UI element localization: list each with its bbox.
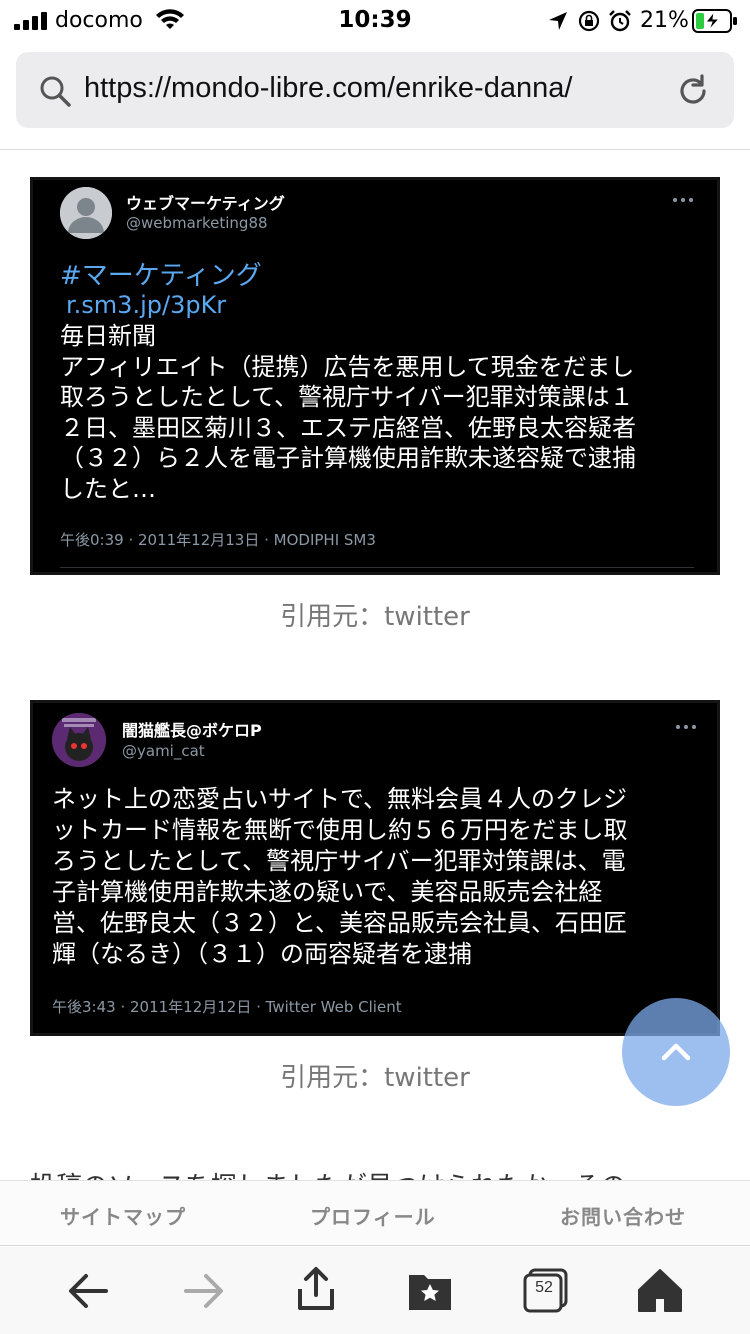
tweet-line: ネット上の恋愛占いサイトで、無料会員４人のクレジ bbox=[52, 785, 628, 813]
tabs-count: 52 bbox=[535, 1279, 553, 1296]
forward-arrow-icon[interactable] bbox=[180, 1267, 228, 1315]
tweet-text: ネット上の恋愛占いサイトで、無料会員４人のクレジ ットカード情報を無断で使用し約… bbox=[52, 784, 628, 970]
status-bar: docomo 10:39 21% bbox=[0, 0, 750, 42]
user-handle: @webmarketing88 bbox=[126, 214, 268, 232]
tweet-line: ろうとしたとして、警視庁サイバー犯罪対策課は、電 bbox=[52, 847, 626, 875]
bookmarks-icon[interactable] bbox=[406, 1267, 454, 1315]
address-bar[interactable]: https://mondo-libre.com/enrike-danna/ bbox=[16, 52, 734, 128]
tweet-line: （３２）ら２人を電子計算機使用詐欺未遂容疑で逮捕 bbox=[60, 444, 636, 472]
tweet-line: アフィリエイト（提携）広告を悪用して現金をだまし bbox=[60, 352, 635, 381]
tweet-meta: 午後0:39 · 2011年12月13日 · MODIPHI SM3 bbox=[60, 531, 376, 549]
search-icon bbox=[40, 76, 71, 107]
tweet-meta: 午後3:43 · 2011年12月12日 · Twitter Web Clien… bbox=[52, 998, 402, 1016]
tweet-line: ２日、墨田区菊川３、エステ店経営、佐野良太容疑者 bbox=[60, 413, 636, 442]
browser-toolbar: 52 bbox=[0, 1247, 750, 1334]
location-arrow-icon bbox=[549, 12, 567, 30]
alarm-icon bbox=[609, 10, 631, 32]
short-link: r.sm3.jp/3pKr bbox=[66, 291, 227, 319]
tweet-line: 輝（なるき）（３１）の両容疑者を逮捕 bbox=[52, 940, 472, 968]
reload-icon[interactable] bbox=[676, 74, 710, 108]
tweet-screenshot: ウェブマーケティング @webmarketing88 #マーケティング r.sm… bbox=[30, 177, 720, 575]
divider bbox=[0, 149, 750, 150]
tweet-line: したと… bbox=[60, 474, 156, 503]
tabs-button[interactable]: 52 bbox=[522, 1267, 570, 1315]
tweet-screenshot: 闇猫艦長@ボケロP @yami_cat ネット上の恋愛占いサイトで、無料会員４人… bbox=[30, 700, 720, 1036]
tweet-text: 毎日新聞 アフィリエイト（提携）広告を悪用して現金をだまし 取ろうとしたとして、… bbox=[60, 321, 636, 504]
quote-source-caption: 引用元：twitter bbox=[280, 602, 470, 632]
share-icon[interactable] bbox=[292, 1265, 340, 1313]
tweet-line: 取ろうとしたとして、警視庁サイバー犯罪対策課は１ bbox=[60, 383, 634, 411]
battery-percent: 21% bbox=[640, 8, 689, 33]
back-arrow-icon[interactable] bbox=[64, 1267, 112, 1315]
user-handle: @yami_cat bbox=[122, 742, 205, 760]
divider bbox=[60, 567, 694, 568]
battery-charging-icon bbox=[692, 9, 737, 33]
display-name: 闇猫艦長@ボケロP bbox=[122, 721, 262, 740]
cat-avatar-icon bbox=[52, 713, 106, 767]
tweet-line: 子計算機使用詐欺未遂の疑いで、美容品販売会社経 bbox=[52, 878, 603, 906]
display-name: ウェブマーケティング bbox=[126, 194, 285, 213]
avatar bbox=[60, 187, 112, 239]
home-icon[interactable] bbox=[636, 1267, 684, 1315]
avatar bbox=[52, 713, 106, 767]
clock: 10:39 bbox=[338, 7, 412, 33]
more-icon bbox=[673, 198, 693, 202]
footer-nav: サイトマップ プロフィール お問い合わせ bbox=[0, 1180, 750, 1246]
url-text[interactable]: https://mondo-libre.com/enrike-danna/ bbox=[84, 72, 572, 105]
tweet-line: 営、佐野良太（３２）と、美容品販売会社員、石田匠 bbox=[52, 909, 628, 937]
chevron-up-icon bbox=[661, 1043, 691, 1061]
hashtag: #マーケティング bbox=[60, 261, 262, 291]
default-avatar-icon bbox=[60, 187, 112, 239]
rotation-lock-icon bbox=[578, 10, 600, 32]
more-icon bbox=[676, 725, 696, 729]
back-to-top-button[interactable] bbox=[622, 998, 730, 1106]
tweet-line: 毎日新聞 bbox=[60, 322, 156, 350]
footer-link-contact[interactable]: お問い合わせ bbox=[560, 1201, 686, 1230]
footer-link-profile[interactable]: プロフィール bbox=[310, 1201, 436, 1230]
tweet-line: ットカード情報を無断で使用し約５６万円をだまし取 bbox=[52, 816, 628, 844]
footer-link-sitemap[interactable]: サイトマップ bbox=[60, 1201, 186, 1230]
